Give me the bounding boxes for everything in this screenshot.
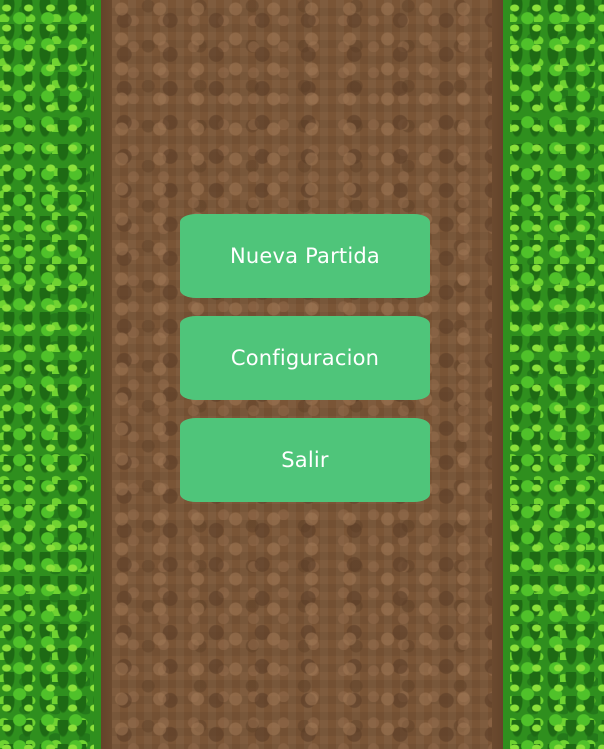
new-game-label: Nueva Partida	[230, 244, 380, 268]
main-menu: Nueva Partida Configuracion Salir	[180, 214, 430, 502]
grass-fringe-right	[496, 0, 510, 749]
new-game-button[interactable]: Nueva Partida	[180, 214, 430, 298]
exit-button[interactable]: Salir	[180, 418, 430, 502]
grass-border-right	[508, 0, 604, 749]
settings-label: Configuracion	[230, 346, 380, 370]
grass-border-left	[0, 0, 96, 749]
settings-button[interactable]: Configuracion	[180, 316, 430, 400]
exit-label: Salir	[281, 448, 329, 472]
grass-fringe-left	[94, 0, 108, 749]
game-scene: Nueva Partida Configuracion Salir	[0, 0, 604, 749]
